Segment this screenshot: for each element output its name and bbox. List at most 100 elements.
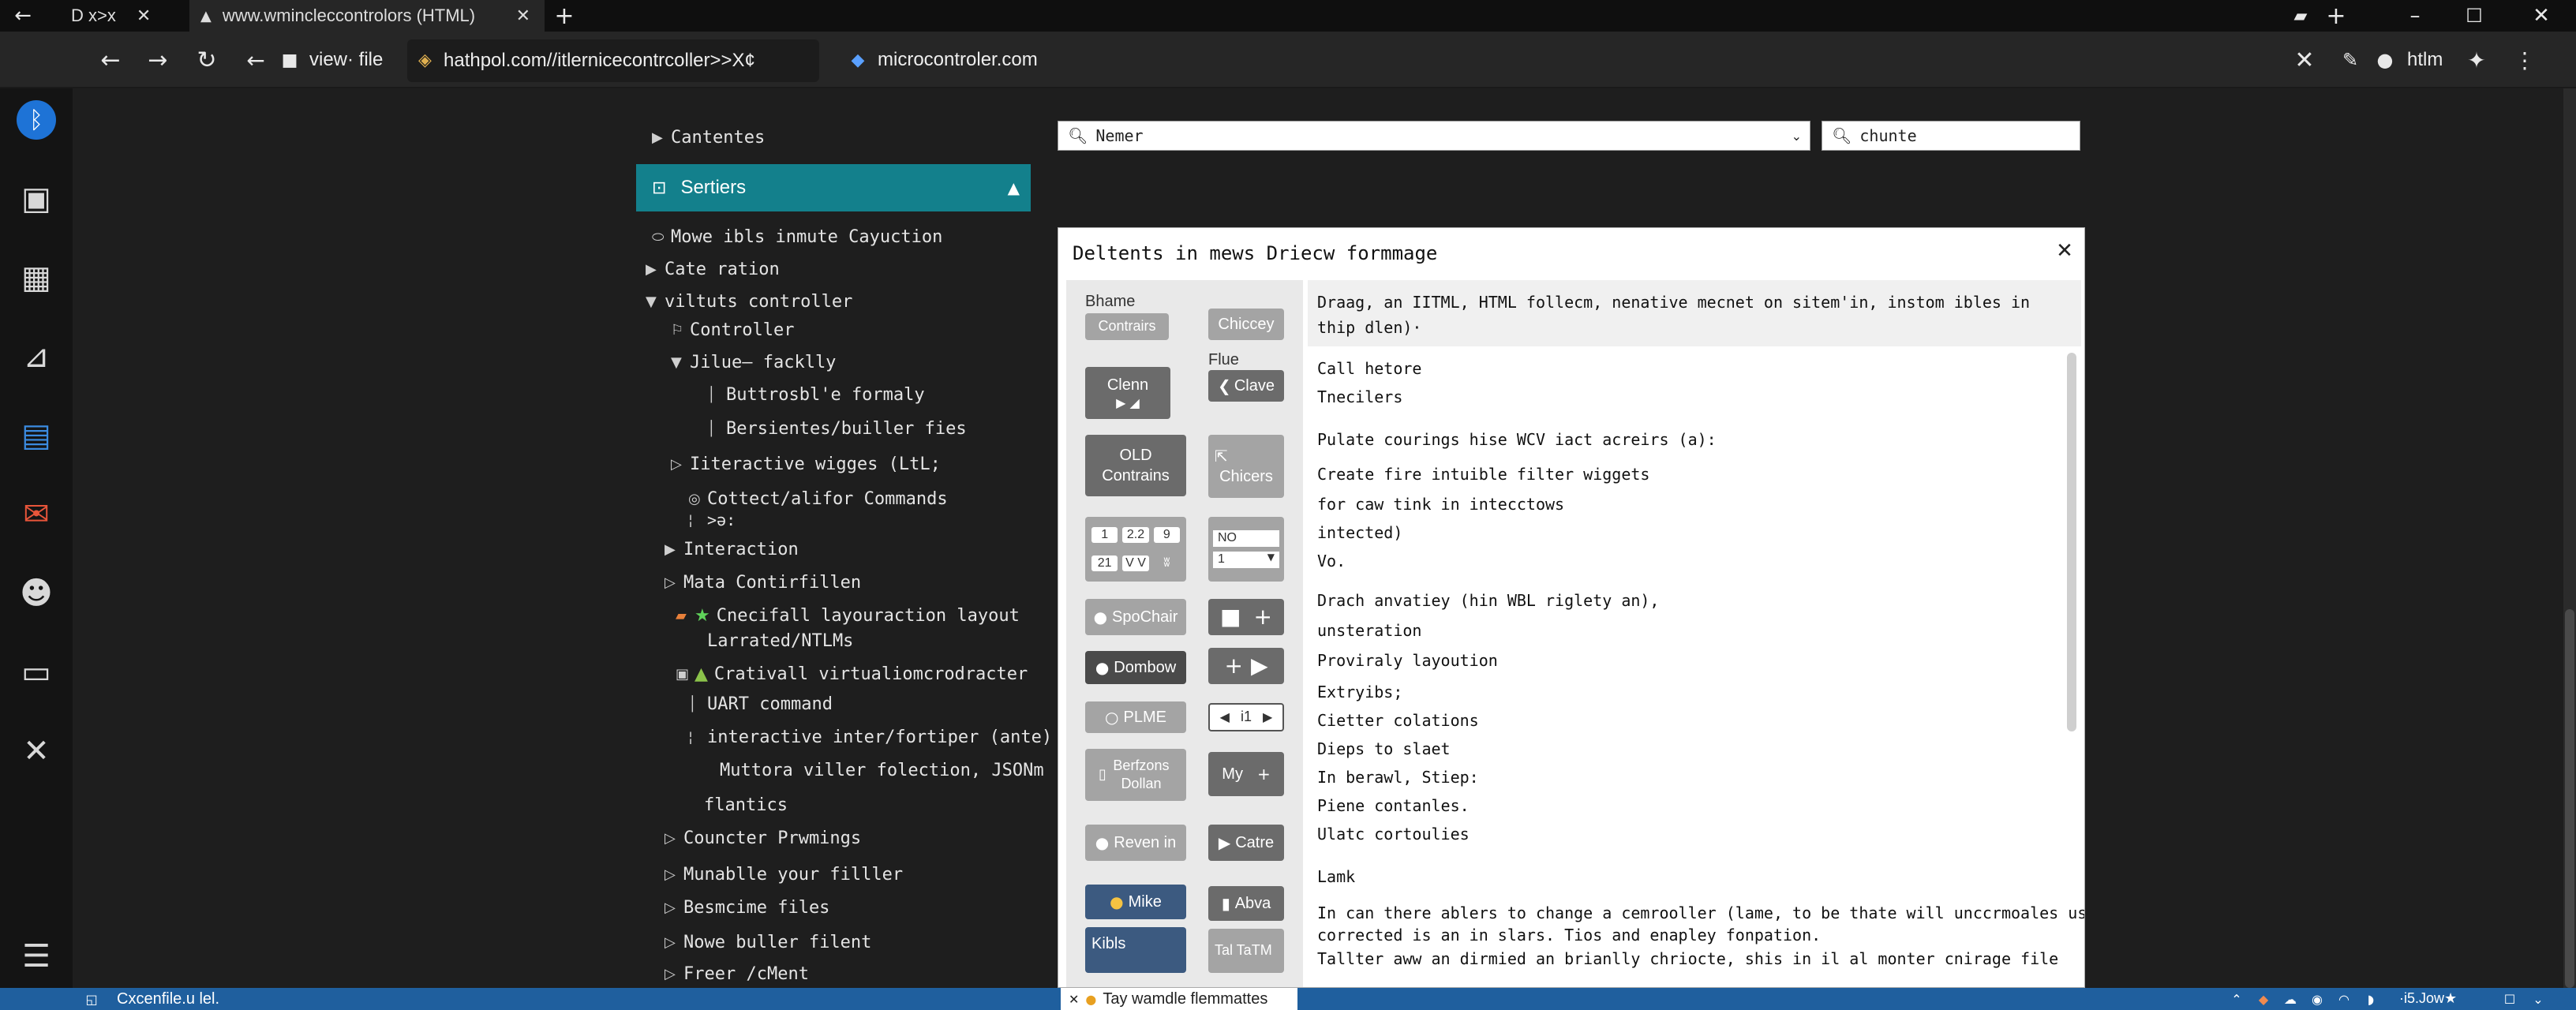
catre-button[interactable]: ▶ Catre <box>1208 825 1284 861</box>
tree-item[interactable]: ⚐ Controller <box>671 314 794 346</box>
chicers-button[interactable]: ⇱ Chicers <box>1208 435 1284 498</box>
grid-cell[interactable]: 21 <box>1091 555 1118 572</box>
minimize-icon[interactable]: – <box>2399 0 2431 32</box>
section-header[interactable]: ⊡ Sertiers ▲ <box>636 164 1031 211</box>
clenn-button[interactable]: Clenn ▶ ◢ <box>1085 367 1170 419</box>
right-label[interactable]: htlm <box>2407 49 2443 71</box>
tree-item[interactable]: ▼ viltuts controller <box>646 286 852 317</box>
no-select[interactable]: NO 1 ▼ <box>1208 517 1284 582</box>
tree-item[interactable]: ▷ Mata Contirfillen <box>665 567 861 598</box>
add-icon[interactable]: + <box>2324 0 2348 32</box>
tree-contents[interactable]: ▶ Cantentes <box>652 122 765 153</box>
chevron-up-icon[interactable]: ▲ <box>1008 178 1020 197</box>
add-icon[interactable]: + <box>1254 603 1272 631</box>
tree-item[interactable]: ▷ Freer /cMent <box>665 958 809 989</box>
old-contrains-button[interactable]: OLD Contrains <box>1085 435 1186 496</box>
chevron-left-icon[interactable]: ◀ <box>1220 709 1230 726</box>
grid-cell[interactable]: 2.2 <box>1122 526 1149 544</box>
view-file-label[interactable]: view· file <box>309 49 383 71</box>
grid-icon[interactable]: ▦ <box>0 246 73 309</box>
plme-button[interactable]: ○ PLME <box>1085 701 1186 733</box>
close-icon[interactable]: ✕ <box>516 6 530 26</box>
address-field[interactable]: ◈ hathpol.com//itlernicecontrcoller>>X¢ <box>407 39 819 82</box>
square-icon[interactable]: ☐ <box>2500 988 2519 1010</box>
second-search-field[interactable]: 🔍︎ chunte <box>1822 121 2080 151</box>
reven-in-button[interactable]: ● Reven in <box>1085 825 1186 861</box>
tree-item[interactable]: ▣ ▲ Crativall virtualiomcrodracter <box>676 658 1028 690</box>
tree-item[interactable]: Larrated/NTLMs <box>707 625 853 656</box>
close-icon[interactable]: ✕ <box>2053 239 2076 263</box>
number-grid[interactable]: 1 2.2 9 21 V V ʬ <box>1085 517 1186 582</box>
square-add-buttons[interactable]: ■ + <box>1208 599 1284 635</box>
third-url-label[interactable]: microcontroler.com <box>878 49 1038 71</box>
edit-icon[interactable]: ✎ <box>2336 44 2364 76</box>
tree-item[interactable]: ▷ Nowe buller filent <box>665 926 871 958</box>
back-small-icon[interactable]: ← <box>242 44 270 76</box>
back-arrow-icon[interactable]: ← <box>11 0 35 32</box>
spochair-button[interactable]: ● SpoChair <box>1085 599 1186 635</box>
page-scrollbar[interactable] <box>2563 88 2576 988</box>
mail-icon[interactable]: ✉ <box>0 483 73 546</box>
add-play-buttons[interactable]: + ▶ <box>1208 648 1284 684</box>
tree-item[interactable]: Muttora viller folection, JSONm <box>720 754 1044 786</box>
tree-item[interactable]: ▶ Interaction <box>665 533 799 565</box>
content-scrollbar[interactable] <box>2067 353 2076 731</box>
tree-item[interactable]: ▶ Cate ration <box>646 253 780 285</box>
wifi-icon[interactable]: ◠ <box>2334 988 2353 1010</box>
new-tab-icon[interactable]: + <box>552 0 576 32</box>
tree-item[interactable]: ▷ Councter Prwmings <box>665 822 861 854</box>
tree-item[interactable]: │ UART command <box>688 688 833 720</box>
bell-icon[interactable]: ◉ <box>2308 988 2327 1010</box>
list-icon[interactable]: ☰ <box>0 925 73 988</box>
tree-item[interactable]: ▼ Jilue– facklly <box>671 346 836 378</box>
users-icon[interactable]: ☻ <box>0 562 73 625</box>
status-center-tab[interactable]: ✕ ● Tay wamdle flemmattes <box>1061 988 1297 1010</box>
close-icon[interactable]: ✕ <box>1069 992 1079 1007</box>
tree-item[interactable]: │ Buttrosbl'e formaly <box>707 379 925 410</box>
reload-icon[interactable]: ↻ <box>191 44 223 76</box>
chevron-right-icon[interactable]: ▶ <box>1263 709 1272 726</box>
tab-first[interactable]: D x>x ✕ <box>66 0 169 32</box>
shield-icon[interactable]: ◆ <box>2254 988 2273 1010</box>
chiccey-button[interactable]: Chiccey <box>1208 309 1284 340</box>
grid-cell[interactable]: V V <box>1122 555 1149 572</box>
my-button[interactable]: My + <box>1208 752 1284 796</box>
berfzons-dollan-button[interactable]: ▯ Berfzons Dollan <box>1085 749 1186 801</box>
stepper[interactable]: ◀ i1 ▶ <box>1208 703 1284 731</box>
chevron-down-icon[interactable]: ⌄ <box>2529 988 2548 1010</box>
up-icon[interactable]: ⌃ <box>2227 988 2246 1010</box>
grid-cell[interactable]: ʬ <box>1154 556 1180 572</box>
maximize-icon[interactable]: ☐ <box>2458 0 2490 32</box>
pin-icon[interactable]: ▰ <box>2289 0 2312 32</box>
tree-item[interactable]: ⬭ Mowe ibls inmute Cayuction <box>652 221 942 252</box>
mike-button[interactable]: ● Mike <box>1085 885 1186 919</box>
tab-active[interactable]: ▲ www.wmincleccontrolors (HTML) ✕ <box>189 0 545 32</box>
close-icon[interactable]: ✕ <box>2289 44 2320 76</box>
chat-icon[interactable]: ▤ <box>0 404 73 467</box>
sound-icon[interactable]: ◗ <box>2361 988 2380 1010</box>
page-scrollbar-thumb[interactable] <box>2565 609 2574 988</box>
tal-tatm-button[interactable]: Tal TaTM <box>1208 929 1284 973</box>
cloud-icon[interactable]: ☁ <box>2281 988 2300 1010</box>
tree-item[interactable]: ▷ Iiteractive wigges (LtL; <box>671 448 941 480</box>
square-icon[interactable]: ■ <box>1220 603 1241 631</box>
close-icon[interactable]: ✕ <box>137 6 151 26</box>
user-icon[interactable]: ● <box>2371 44 2399 76</box>
one-field[interactable]: 1 ▼ <box>1213 552 1279 568</box>
extensions-icon[interactable]: ✦ <box>2461 44 2492 76</box>
add-icon[interactable]: + <box>1224 652 1242 680</box>
tree-item[interactable]: │ Bersientes/builler fies <box>707 413 967 444</box>
status-left[interactable]: Cxcenfile.u lel. <box>117 990 219 1008</box>
status-right[interactable]: ·i5.Jow★ <box>2399 990 2457 1007</box>
chart-icon[interactable]: ⊿ <box>0 325 73 388</box>
add-icon[interactable]: + <box>1257 764 1271 784</box>
forward-icon[interactable]: → <box>142 44 174 76</box>
contrairs-button[interactable]: Contrairs <box>1085 313 1169 340</box>
back-icon[interactable]: ← <box>95 44 126 76</box>
close-icon[interactable]: ✕ <box>0 720 73 783</box>
tree-item[interactable]: ¦ >ǝ: <box>688 507 736 533</box>
tree-item[interactable]: flantics <box>704 789 788 821</box>
monitor-icon[interactable]: ▭ <box>0 641 73 704</box>
clipboard-icon[interactable]: ▣ <box>0 167 73 230</box>
bluetooth-icon[interactable]: ᛒ <box>0 88 73 152</box>
